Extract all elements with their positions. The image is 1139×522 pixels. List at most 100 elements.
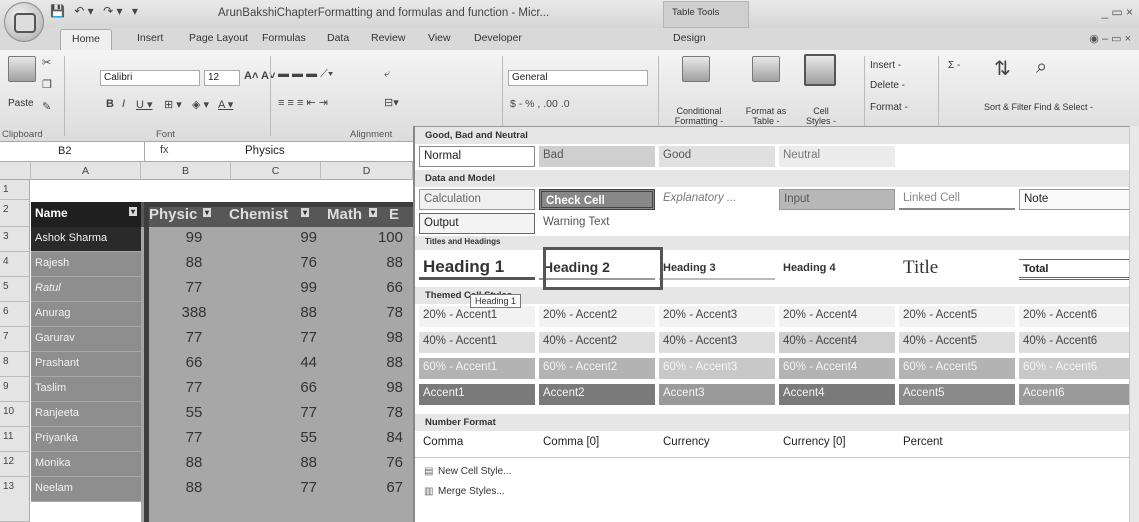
style-normal[interactable]: Normal xyxy=(419,146,535,167)
style-accent4[interactable]: Accent4 xyxy=(779,384,895,405)
tab-formulas[interactable]: Formulas xyxy=(262,32,306,44)
format-as-table-icon[interactable] xyxy=(752,56,780,82)
conditional-formatting-icon[interactable] xyxy=(682,56,710,82)
select-all-corner[interactable] xyxy=(0,162,31,180)
style-heading-1[interactable]: Heading 1 xyxy=(419,254,535,280)
tab-developer[interactable]: Developer xyxy=(474,32,522,44)
merge-styles-item[interactable]: ▥ Merge Styles... xyxy=(424,486,505,497)
delete-cells-button[interactable]: Delete - xyxy=(870,80,905,91)
currency-icon[interactable]: $ - % , .00 .0 xyxy=(510,98,570,110)
font-size-select[interactable]: 12 xyxy=(204,70,240,86)
style-good[interactable]: Good xyxy=(659,146,775,167)
table-cell-name[interactable]: Priyanka xyxy=(31,427,141,452)
style-accent1[interactable]: Accent1 xyxy=(419,384,535,405)
font-color-icon[interactable]: A ▾ xyxy=(218,98,233,111)
style-60-accent1[interactable]: 60% - Accent1 xyxy=(419,358,535,379)
style-explanatory[interactable]: Explanatory ... xyxy=(659,189,775,210)
style-60-accent3[interactable]: 60% - Accent3 xyxy=(659,358,775,379)
format-painter-icon[interactable]: ✎ xyxy=(42,100,51,113)
italic-icon[interactable]: I xyxy=(122,98,125,110)
style-accent5[interactable]: Accent5 xyxy=(899,384,1015,405)
insert-cells-button[interactable]: Insert - xyxy=(870,60,901,71)
save-icon[interactable]: 💾 xyxy=(50,4,65,18)
style-check-cell[interactable]: Check Cell xyxy=(539,189,655,210)
style-60-accent4[interactable]: 60% - Accent4 xyxy=(779,358,895,379)
format-cells-button[interactable]: Format - xyxy=(870,102,908,113)
table-cell-name[interactable]: Neelam xyxy=(31,477,141,502)
merge-center-icon[interactable]: ⊟▾ xyxy=(384,96,399,109)
font-name-select[interactable]: Calibri xyxy=(100,70,200,86)
paste-label[interactable]: Paste xyxy=(8,98,34,109)
table-cell-name[interactable]: Anurag xyxy=(31,302,141,327)
tab-home[interactable]: Home xyxy=(60,29,113,51)
style-bad[interactable]: Bad xyxy=(539,146,655,167)
table-cell-name[interactable]: Garurav xyxy=(31,327,141,352)
row-header[interactable]: 8 xyxy=(0,352,30,377)
tab-page-layout[interactable]: Page Layout xyxy=(189,32,248,44)
row-header[interactable]: 7 xyxy=(0,327,30,352)
style-comma-0[interactable]: Comma [0] xyxy=(539,433,655,454)
copy-icon[interactable]: ❐ xyxy=(42,78,52,91)
table-cell-name[interactable]: Monika xyxy=(31,452,141,477)
tab-review[interactable]: Review xyxy=(371,32,405,44)
gallery-scrollbar[interactable] xyxy=(1129,126,1139,522)
style-40-accent1[interactable]: 40% - Accent1 xyxy=(419,332,535,353)
style-currency-0[interactable]: Currency [0] xyxy=(779,433,895,454)
style-total[interactable]: Total xyxy=(1019,259,1133,280)
tab-view[interactable]: View xyxy=(428,32,451,44)
new-cell-style-item[interactable]: ▤ New Cell Style... xyxy=(424,466,511,477)
name-box[interactable]: B2 xyxy=(0,142,145,162)
style-comma[interactable]: Comma xyxy=(419,433,535,454)
style-linked-cell[interactable]: Linked Cell xyxy=(899,189,1015,210)
table-cell-name[interactable]: Ranjeeta xyxy=(31,402,141,427)
style-accent2[interactable]: Accent2 xyxy=(539,384,655,405)
table-cell-name[interactable]: Ratul xyxy=(31,277,141,302)
style-20-accent2[interactable]: 20% - Accent2 xyxy=(539,306,655,327)
row-header[interactable]: 4 xyxy=(0,252,30,277)
tab-design[interactable]: Design xyxy=(673,32,706,44)
paste-icon[interactable] xyxy=(8,56,36,82)
number-format-select[interactable]: General xyxy=(508,70,648,86)
style-20-accent5[interactable]: 20% - Accent5 xyxy=(899,306,1015,327)
table-cell-name[interactable]: Prashant xyxy=(31,352,141,377)
style-40-accent5[interactable]: 40% - Accent5 xyxy=(899,332,1015,353)
column-header-d[interactable]: D xyxy=(321,162,413,180)
table-cell-name[interactable]: Taslim xyxy=(31,377,141,402)
row-header[interactable]: 3 xyxy=(0,227,30,252)
style-20-accent1[interactable]: 20% - Accent1 xyxy=(419,306,535,327)
row-header[interactable]: 13 xyxy=(0,477,30,522)
column-header-a[interactable]: A xyxy=(31,162,141,180)
table-header-cell[interactable]: Name ▾ xyxy=(31,202,141,227)
column-header-c[interactable]: C xyxy=(231,162,321,180)
tab-insert[interactable]: Insert xyxy=(137,32,163,44)
style-neutral[interactable]: Neutral xyxy=(779,146,895,167)
row-header[interactable]: 12 xyxy=(0,452,30,477)
style-heading-4[interactable]: Heading 4 xyxy=(779,259,895,280)
row-header[interactable]: 11 xyxy=(0,427,30,452)
bold-icon[interactable]: B xyxy=(106,98,114,110)
style-currency[interactable]: Currency xyxy=(659,433,775,454)
borders-icon[interactable]: ⊞ ▾ xyxy=(164,98,182,111)
wrap-text-icon[interactable]: ⤶ xyxy=(384,68,390,81)
style-heading-3[interactable]: Heading 3 xyxy=(659,259,775,280)
help-icon[interactable]: ◉ – ▭ × xyxy=(1089,32,1131,45)
style-input[interactable]: Input xyxy=(779,189,895,210)
style-40-accent4[interactable]: 40% - Accent4 xyxy=(779,332,895,353)
formula-input[interactable]: Physics xyxy=(245,145,285,157)
style-40-accent6[interactable]: 40% - Accent6 xyxy=(1019,332,1133,353)
window-controls[interactable]: _ ▭ × xyxy=(1101,5,1133,19)
style-60-accent5[interactable]: 60% - Accent5 xyxy=(899,358,1015,379)
row-header[interactable]: 6 xyxy=(0,302,30,327)
align-left-icon[interactable]: ≡ ≡ ≡ ⇤ ⇥ xyxy=(278,96,328,109)
fill-color-icon[interactable]: ◈ ▾ xyxy=(192,98,209,111)
cell-styles-icon[interactable] xyxy=(804,54,836,86)
tab-data[interactable]: Data xyxy=(327,32,349,44)
style-note[interactable]: Note xyxy=(1019,189,1133,210)
style-60-accent6[interactable]: 60% - Accent6 xyxy=(1019,358,1133,379)
find-select-label[interactable]: Find & Select - xyxy=(1034,102,1093,112)
style-accent6[interactable]: Accent6 xyxy=(1019,384,1133,405)
underline-icon[interactable]: U ▾ xyxy=(136,98,153,111)
conditional-formatting-label[interactable]: Conditional Formatting - xyxy=(670,106,728,126)
style-warning-text[interactable]: Warning Text xyxy=(539,213,655,234)
row-header[interactable]: 5 xyxy=(0,277,30,302)
